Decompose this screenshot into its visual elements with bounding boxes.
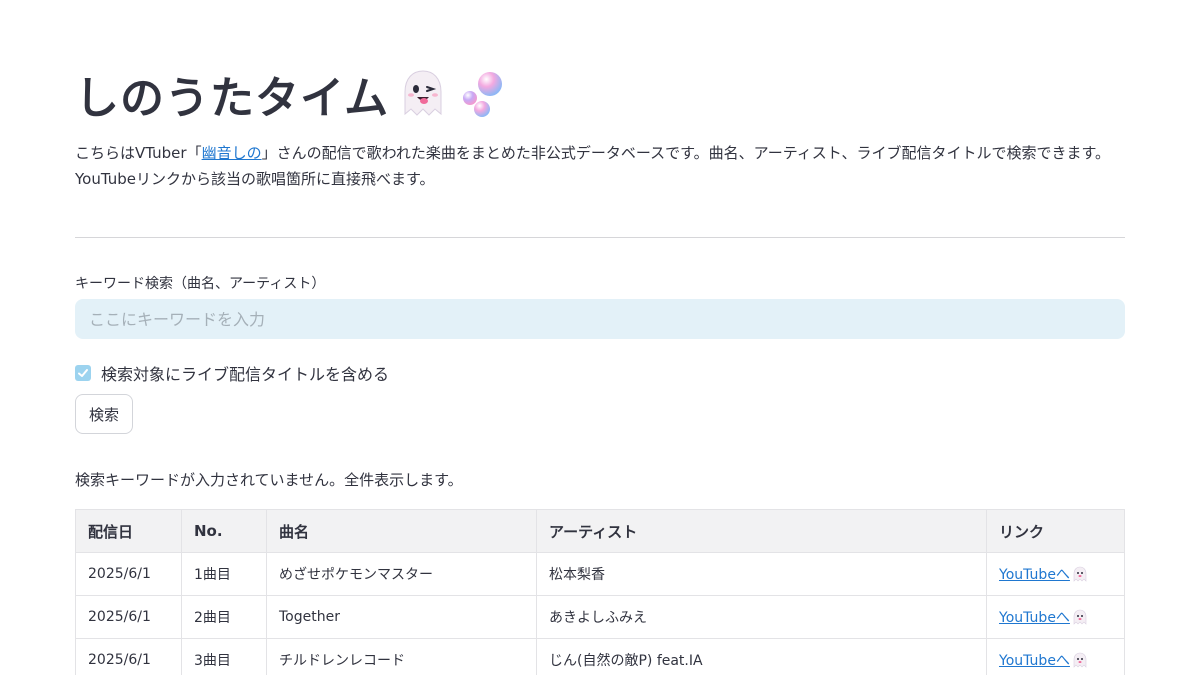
keyword-search-input[interactable] xyxy=(75,299,1125,339)
description-prefix: こちらはVTuber「 xyxy=(75,144,202,162)
cell-date: 2025/6/1 xyxy=(75,638,182,675)
header-date: 配信日 xyxy=(75,509,182,553)
title-row: しのうたタイム xyxy=(75,62,507,126)
cell-no: 3曲目 xyxy=(181,638,267,675)
cell-date: 2025/6/1 xyxy=(75,595,182,639)
page-title: しのうたタイム xyxy=(75,73,390,124)
cell-artist: あきよしふみえ xyxy=(536,595,987,639)
include-title-checkbox[interactable] xyxy=(75,365,91,381)
include-title-label: 検索対象にライブ配信タイトルを含める xyxy=(101,365,390,384)
youtube-link[interactable]: YouTubeへ xyxy=(999,652,1088,669)
page: しのうたタイム こちらはVTuber「幽音しの」さんの配信で歌われた楽曲をまとめ… xyxy=(0,0,1200,675)
header-no: No. xyxy=(181,509,267,553)
youtube-link[interactable]: YouTubeへ xyxy=(999,566,1088,583)
cell-no: 2曲目 xyxy=(181,595,267,639)
keyword-search-label: キーワード検索（曲名、アーティスト） xyxy=(75,276,326,292)
ghost-icon xyxy=(404,70,442,116)
table-row: 2025/6/1 2曲目 Together あきよしふみえ YouTubeへ xyxy=(75,595,1125,639)
search-button[interactable]: 検索 xyxy=(75,394,133,434)
divider xyxy=(75,237,1125,238)
description: こちらはVTuber「幽音しの」さんの配信で歌われた楽曲をまとめた非公式データベ… xyxy=(75,140,1127,192)
cell-artist: じん(自然の敵P) feat.IA xyxy=(536,638,987,675)
header-song: 曲名 xyxy=(266,509,537,553)
youtube-link-text: YouTubeへ xyxy=(999,610,1070,626)
cell-song: チルドレンレコード xyxy=(266,638,537,675)
cell-artist: 松本梨香 xyxy=(536,552,987,596)
check-icon xyxy=(78,369,88,377)
youtube-link-text: YouTubeへ xyxy=(999,567,1070,583)
cell-link: YouTubeへ xyxy=(986,638,1125,675)
youtube-link-text: YouTubeへ xyxy=(999,653,1070,669)
cell-song: めざせポケモンマスター xyxy=(266,552,537,596)
cell-no: 1曲目 xyxy=(181,552,267,596)
bubbles-icon xyxy=(463,72,503,117)
cell-song: Together xyxy=(266,595,537,639)
table-header-row: 配信日 No. 曲名 アーティスト リンク xyxy=(75,509,1125,553)
ghost-icon xyxy=(1073,652,1087,668)
youtube-link[interactable]: YouTubeへ xyxy=(999,609,1088,626)
header-artist: アーティスト xyxy=(536,509,987,553)
cell-link: YouTubeへ xyxy=(986,552,1125,596)
table-row: 2025/6/1 3曲目 チルドレンレコード じん(自然の敵P) feat.IA… xyxy=(75,638,1125,675)
header-link: リンク xyxy=(986,509,1125,553)
cell-date: 2025/6/1 xyxy=(75,552,182,596)
status-message: 検索キーワードが入力されていません。全件表示します。 xyxy=(75,471,463,489)
ghost-icon xyxy=(1073,566,1087,582)
include-title-checkbox-row[interactable]: 検索対象にライブ配信タイトルを含める xyxy=(75,361,389,385)
table-row: 2025/6/1 1曲目 めざせポケモンマスター 松本梨香 YouTubeへ xyxy=(75,552,1125,596)
songs-table: 配信日 No. 曲名 アーティスト リンク 2025/6/1 1曲目 めざせポケ… xyxy=(75,509,1125,675)
cell-link: YouTubeへ xyxy=(986,595,1125,639)
ghost-icon xyxy=(1073,609,1087,625)
vtuber-link[interactable]: 幽音しの xyxy=(202,144,262,162)
